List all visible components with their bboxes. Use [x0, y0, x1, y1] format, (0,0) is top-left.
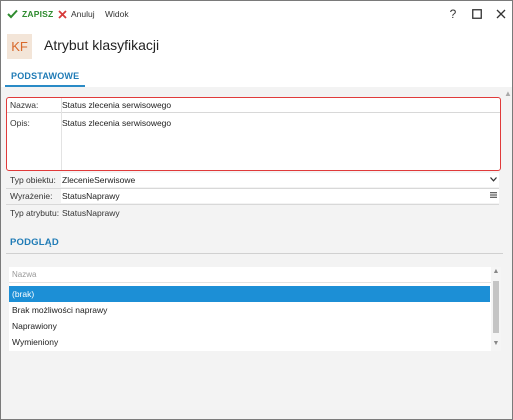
section-title-podglad: PODGLĄD — [10, 237, 59, 248]
typ-atrybutu-value: StatusNaprawy — [62, 208, 120, 218]
help-icon: ? — [449, 7, 457, 21]
nazwa-field[interactable]: Status zlecenia serwisowego — [62, 100, 492, 111]
page-title: Atrybut klasyfikacji — [44, 37, 160, 53]
cancel-label: Anuluj — [71, 9, 95, 19]
list-item[interactable]: Brak możliwości naprawy — [9, 302, 490, 318]
list-column-header[interactable]: Nazwa — [9, 267, 491, 283]
close-button[interactable] — [493, 6, 509, 22]
list-item[interactable]: Naprawiony — [9, 318, 490, 334]
save-button[interactable]: ZAPISZ — [7, 7, 53, 21]
scroll-up-icon[interactable]: ▲ — [504, 89, 512, 98]
menu-icon[interactable] — [490, 192, 497, 198]
divider — [6, 204, 499, 205]
list-scrollbar[interactable]: ▲ ▼ — [491, 267, 501, 351]
typ-obiektu-select[interactable]: ZlecenieSerwisowe — [61, 173, 499, 187]
view-menu-button[interactable]: Widok — [105, 7, 129, 21]
divider — [7, 112, 500, 113]
help-button[interactable]: ? — [445, 6, 461, 22]
typ-atrybutu-label: Typ atrybutu: — [10, 208, 60, 218]
scroll-up-arrow-icon[interactable]: ▲ — [492, 268, 500, 275]
wyrazenie-field[interactable]: StatusNaprawy — [61, 189, 499, 203]
scroll-down-arrow-icon[interactable]: ▼ — [492, 340, 500, 347]
opis-label: Opis: — [10, 118, 30, 128]
check-icon — [7, 9, 18, 19]
save-label: ZAPISZ — [22, 9, 54, 19]
window: ZAPISZ Anuluj Widok ? KF Atrybut klasyfi… — [0, 0, 513, 420]
close-icon — [496, 9, 506, 19]
section-divider — [6, 253, 503, 254]
entity-badge: KF — [7, 34, 32, 59]
nazwa-label: Nazwa: — [10, 100, 39, 110]
typ-obiektu-label: Typ obiektu: — [10, 175, 56, 185]
maximize-button[interactable] — [469, 6, 485, 22]
wyrazenie-label: Wyrażenie: — [10, 191, 53, 201]
x-icon — [58, 9, 67, 19]
tab-podstawowe[interactable]: PODSTAWOWE — [5, 67, 86, 87]
scrollbar-thumb[interactable] — [493, 281, 499, 333]
opis-field[interactable]: Status zlecenia serwisowego — [62, 118, 492, 166]
view-label: Widok — [105, 9, 129, 19]
chevron-down-icon[interactable] — [490, 177, 497, 182]
maximize-icon — [472, 9, 482, 19]
list-item[interactable]: (brak) — [9, 286, 490, 302]
list-item[interactable]: Wymieniony — [9, 334, 490, 350]
cancel-button[interactable]: Anuluj — [58, 7, 95, 21]
